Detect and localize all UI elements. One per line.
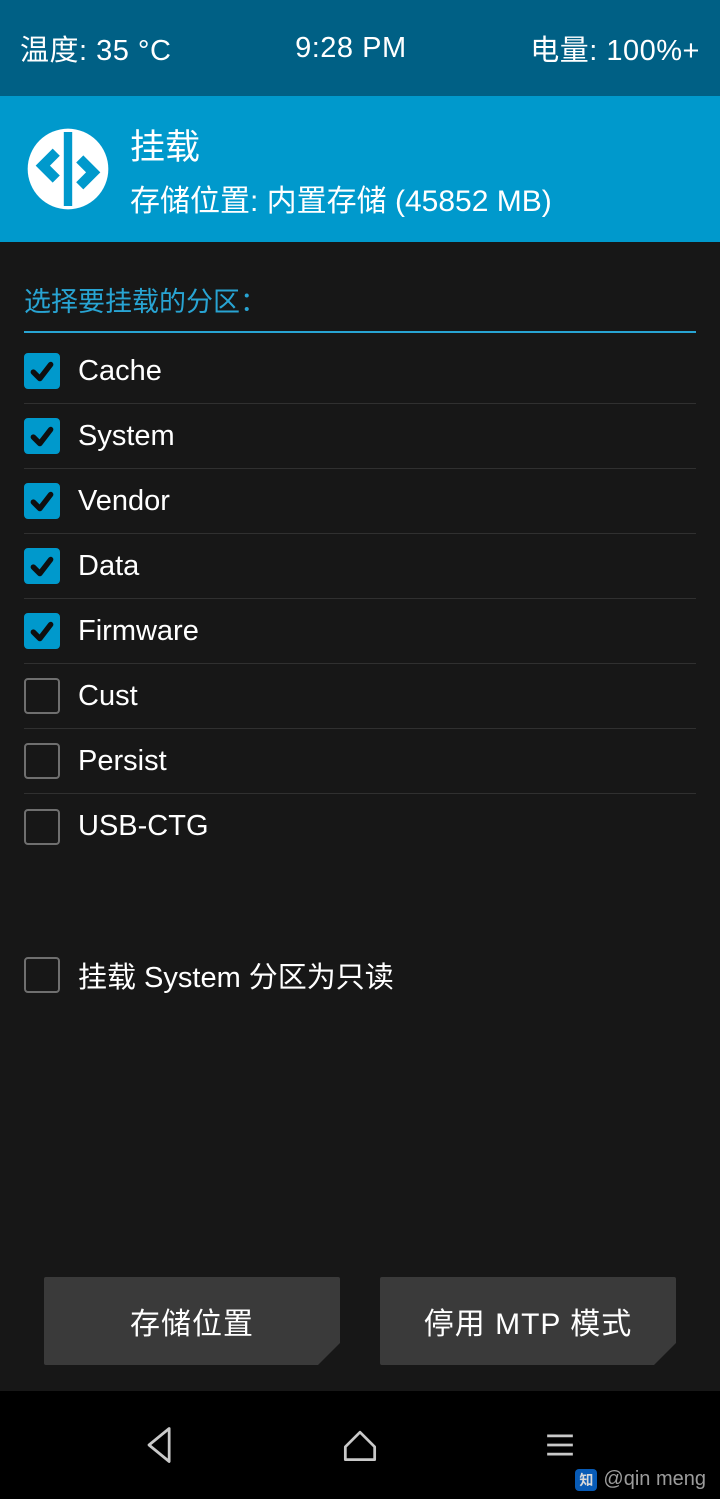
partition-label: Persist <box>78 745 167 778</box>
partition-label: Firmware <box>78 615 199 648</box>
partition-row-system[interactable]: System <box>24 404 696 469</box>
disable-mtp-button[interactable]: 停用 MTP 模式 <box>380 1277 676 1365</box>
checkbox-vendor[interactable] <box>24 483 60 519</box>
status-bar: 温度: 35 °C 9:28 PM 电量: 100%+ <box>0 0 720 96</box>
partition-row-cache[interactable]: Cache <box>24 339 696 404</box>
checkbox-system[interactable] <box>24 418 60 454</box>
partition-label: USB-CTG <box>78 810 209 843</box>
status-time: 9:28 PM <box>295 32 407 65</box>
bottom-button-row: 存储位置 停用 MTP 模式 <box>24 1277 696 1365</box>
partition-row-firmware[interactable]: Firmware <box>24 599 696 664</box>
checkbox-cache[interactable] <box>24 353 60 389</box>
page-header: 挂载 存储位置: 内置存储 (45852 MB) <box>0 96 720 242</box>
status-battery: 电量: 100%+ <box>530 27 700 69</box>
nav-home-button[interactable] <box>300 1415 420 1475</box>
checkbox-persist[interactable] <box>24 743 60 779</box>
back-icon <box>138 1423 182 1467</box>
page-subtitle: 存储位置: 内置存储 (45852 MB) <box>130 176 552 220</box>
checkbox-cust[interactable] <box>24 678 60 714</box>
storage-button-label: 存储位置 <box>130 1299 254 1343</box>
partition-row-cust[interactable]: Cust <box>24 664 696 729</box>
partition-label: Vendor <box>78 485 170 518</box>
checkbox-data[interactable] <box>24 548 60 584</box>
partition-label: Data <box>78 550 139 583</box>
partition-row-usb-ctg[interactable]: USB-CTG <box>24 794 696 859</box>
menu-icon <box>538 1423 582 1467</box>
partition-list: Cache System Vendor Data Firmware Cust Persist… <box>24 339 696 859</box>
content-area: 选择要挂载的分区： CacheSystemVendorDataFirmwareC… <box>0 242 720 1391</box>
partition-label: System <box>78 420 175 453</box>
partition-label: Cust <box>78 680 138 713</box>
partition-row-data[interactable]: Data <box>24 534 696 599</box>
section-title: 选择要挂载的分区： <box>24 280 696 333</box>
nav-recent-button[interactable] <box>500 1415 620 1475</box>
partition-row-vendor[interactable]: Vendor <box>24 469 696 534</box>
mount-system-readonly-checkbox[interactable] <box>24 957 60 993</box>
partition-label: Cache <box>78 355 162 388</box>
nav-bar <box>0 1391 720 1499</box>
mtp-button-label: 停用 MTP 模式 <box>424 1299 632 1343</box>
storage-location-button[interactable]: 存储位置 <box>44 1277 340 1365</box>
nav-back-button[interactable] <box>100 1415 220 1475</box>
partition-row-persist[interactable]: Persist <box>24 729 696 794</box>
twrp-logo-icon <box>26 127 110 211</box>
checkbox-firmware[interactable] <box>24 613 60 649</box>
page-title: 挂载 <box>130 119 552 170</box>
status-temperature: 温度: 35 °C <box>20 27 171 69</box>
home-icon <box>338 1423 382 1467</box>
mount-system-readonly-row[interactable]: 挂载 System 分区为只读 <box>24 947 696 1003</box>
checkbox-usb-ctg[interactable] <box>24 809 60 845</box>
mount-system-readonly-label: 挂载 System 分区为只读 <box>78 954 394 996</box>
